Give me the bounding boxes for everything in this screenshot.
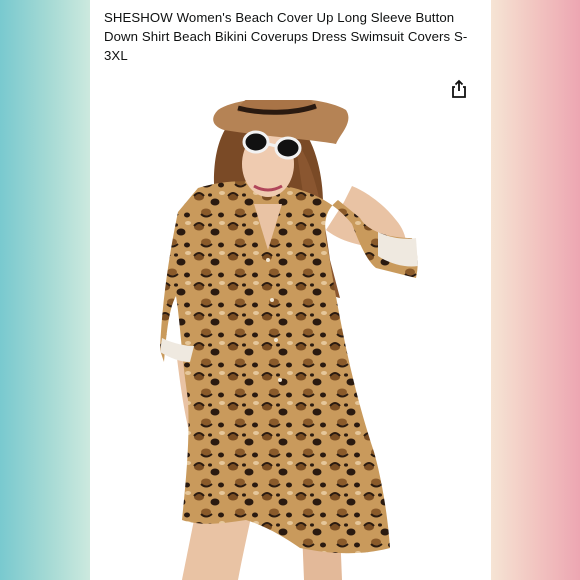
product-title: SHESHOW Women's Beach Cover Up Long Slee…	[104, 10, 468, 63]
share-icon	[452, 79, 466, 98]
product-image[interactable]	[90, 100, 491, 580]
share-button[interactable]	[449, 79, 469, 99]
product-card: SHESHOW Women's Beach Cover Up Long Slee…	[90, 0, 491, 580]
